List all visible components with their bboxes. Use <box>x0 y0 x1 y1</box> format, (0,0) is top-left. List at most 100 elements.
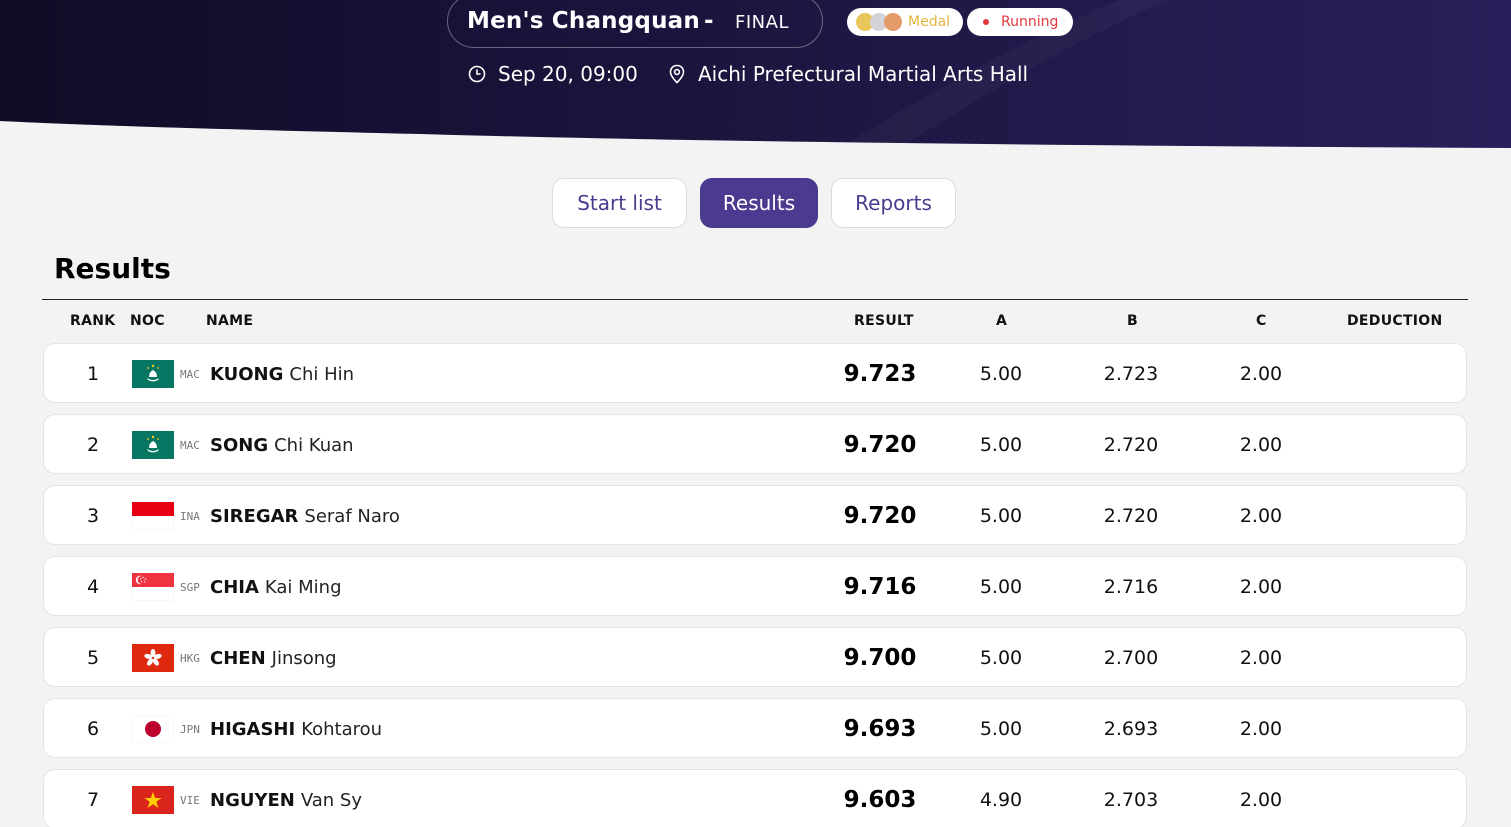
medal-badge-label: Medal <box>908 14 951 30</box>
rank-cell: 2 <box>86 434 100 456</box>
athlete-surname: NGUYEN <box>210 789 295 811</box>
athlete-name[interactable]: HIGASHI Kohtarou <box>210 699 382 759</box>
table-row[interactable]: 4 SGP CHIA Kai Ming 9.716 5.00 2.716 2.0… <box>43 556 1467 616</box>
athlete-surname: SIREGAR <box>210 505 299 527</box>
athlete-name[interactable]: NGUYEN Van Sy <box>210 770 362 827</box>
rank-cell: 5 <box>86 647 100 669</box>
score-a-cell: 4.90 <box>979 789 1023 811</box>
athlete-surname: SONG <box>210 434 269 456</box>
event-title: Men's Changquan <box>467 8 700 34</box>
athlete-given-name: Seraf Naro <box>304 505 400 527</box>
score-b-cell: 2.720 <box>1103 505 1159 527</box>
section-title: Results <box>54 252 171 285</box>
noc-code: SGP <box>180 580 200 594</box>
datetime-text: Sep 20, 09:00 <box>498 62 638 86</box>
rank-cell: 7 <box>86 789 100 811</box>
event-venue: Aichi Prefectural Martial Arts Hall <box>668 62 1028 86</box>
noc-code: HKG <box>180 651 200 665</box>
score-a-cell: 5.00 <box>979 576 1023 598</box>
athlete-given-name: Kohtarou <box>301 718 383 740</box>
deduction-cell <box>1342 628 1442 688</box>
score-c-cell: 2.00 <box>1239 718 1283 740</box>
event-datetime: Sep 20, 09:00 <box>468 62 638 86</box>
deduction-cell <box>1342 699 1442 759</box>
noc-code: INA <box>180 509 200 523</box>
result-cell: 9.716 <box>843 574 917 600</box>
result-cell: 9.700 <box>843 645 917 671</box>
venue-text: Aichi Prefectural Martial Arts Hall <box>698 62 1029 86</box>
score-b-cell: 2.723 <box>1103 363 1159 385</box>
result-cell: 9.720 <box>843 432 917 458</box>
table-row[interactable]: 5 HKG CHEN Jinsong 9.700 5.00 2.700 2.00 <box>43 627 1467 687</box>
deduction-cell <box>1342 415 1442 475</box>
score-a-cell: 5.00 <box>979 647 1023 669</box>
noc-code: MAC <box>180 367 200 381</box>
tab-reports[interactable]: Reports <box>831 178 956 228</box>
score-b-cell: 2.716 <box>1103 576 1159 598</box>
section-divider <box>42 299 1468 300</box>
deduction-cell <box>1342 344 1442 404</box>
athlete-given-name: Van Sy <box>300 789 363 811</box>
result-cell: 9.723 <box>843 361 917 387</box>
macau-flag-icon <box>132 431 174 459</box>
noc-code: JPN <box>180 722 200 736</box>
table-row[interactable]: 6 JPN HIGASHI Kohtarou 9.693 5.00 2.693 … <box>43 698 1467 758</box>
score-c-cell: 2.00 <box>1239 434 1283 456</box>
medal-badge: Medal <box>847 8 963 36</box>
table-row[interactable]: 2 MAC SONG Chi Kuan 9.720 5.00 2.720 2.0… <box>43 414 1467 474</box>
result-cell: 9.720 <box>843 503 917 529</box>
medal-icon <box>856 13 904 31</box>
table-row[interactable]: 1 MAC KUONG Chi Hin 9.723 5.00 2.723 2.0… <box>43 343 1467 403</box>
col-header-a: A <box>996 313 1008 329</box>
athlete-given-name: Chi Kuan <box>274 434 354 456</box>
score-c-cell: 2.00 <box>1239 647 1283 669</box>
tab-start-list[interactable]: Start list <box>552 178 687 228</box>
singapore-flag-icon <box>132 573 174 601</box>
score-c-cell: 2.00 <box>1239 576 1283 598</box>
rank-cell: 6 <box>86 718 100 740</box>
athlete-name[interactable]: SIREGAR Seraf Naro <box>210 486 400 546</box>
score-b-cell: 2.700 <box>1103 647 1159 669</box>
live-dot-icon <box>983 19 989 25</box>
deduction-cell <box>1342 486 1442 546</box>
athlete-surname: KUONG <box>210 363 284 385</box>
athlete-name[interactable]: SONG Chi Kuan <box>210 415 354 475</box>
col-header-name: NAME <box>206 313 254 329</box>
hong-kong-flag-icon <box>132 644 174 672</box>
athlete-name[interactable]: CHIA Kai Ming <box>210 557 342 617</box>
score-c-cell: 2.00 <box>1239 789 1283 811</box>
table-row[interactable]: 3 INA SIREGAR Seraf Naro 9.720 5.00 2.72… <box>43 485 1467 545</box>
col-header-deduction: DEDUCTION <box>1347 313 1443 329</box>
score-c-cell: 2.00 <box>1239 505 1283 527</box>
score-b-cell: 2.693 <box>1103 718 1159 740</box>
athlete-surname: CHEN <box>210 647 266 669</box>
athlete-given-name: Jinsong <box>271 647 337 669</box>
tab-results[interactable]: Results <box>700 178 818 228</box>
athlete-name[interactable]: CHEN Jinsong <box>210 628 337 688</box>
deduction-cell <box>1342 557 1442 617</box>
table-row[interactable]: 7 VIE NGUYEN Van Sy 9.603 4.90 2.703 2.0… <box>43 769 1467 827</box>
deduction-cell <box>1342 770 1442 827</box>
score-a-cell: 5.00 <box>979 718 1023 740</box>
event-phase: FINAL <box>735 12 789 33</box>
col-header-rank: RANK <box>70 313 116 329</box>
col-header-noc: NOC <box>130 313 165 329</box>
status-badge-label: Running <box>1001 14 1059 30</box>
athlete-given-name: Chi Hin <box>289 363 355 385</box>
result-cell: 9.603 <box>843 787 917 813</box>
col-header-b: B <box>1127 313 1138 329</box>
indonesia-flag-icon <box>132 502 174 530</box>
score-b-cell: 2.720 <box>1103 434 1159 456</box>
title-separator: - <box>704 8 714 34</box>
athlete-name[interactable]: KUONG Chi Hin <box>210 344 354 404</box>
vietnam-flag-icon <box>132 786 174 814</box>
score-a-cell: 5.00 <box>979 363 1023 385</box>
noc-code: MAC <box>180 438 200 452</box>
japan-flag-icon <box>132 715 174 743</box>
score-c-cell: 2.00 <box>1239 363 1283 385</box>
rank-cell: 1 <box>86 363 100 385</box>
score-a-cell: 5.00 <box>979 505 1023 527</box>
score-a-cell: 5.00 <box>979 434 1023 456</box>
location-pin-icon <box>669 64 685 84</box>
rank-cell: 4 <box>86 576 100 598</box>
